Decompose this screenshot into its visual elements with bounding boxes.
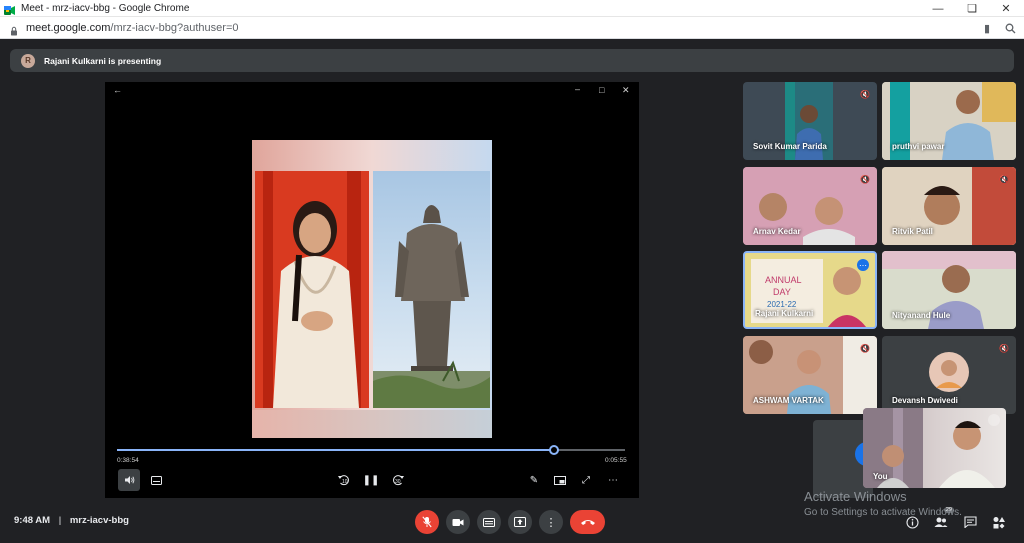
banner-line1: ANNUAL <box>765 275 802 285</box>
zoom-search-icon[interactable] <box>1002 20 1018 36</box>
watermark-subtitle: Go to Settings to activate Windows. <box>804 507 962 518</box>
presenting-text: Rajani Kulkarni is presenting <box>44 55 162 66</box>
muted-mic-icon: 🔇 <box>860 343 870 353</box>
muted-mic-icon: 🔇 <box>999 343 1009 353</box>
rewind-10-icon[interactable]: 10 <box>333 469 355 491</box>
pause-icon[interactable]: ❚❚ <box>360 469 382 491</box>
present-screen-button[interactable] <box>508 510 532 534</box>
clock: 9:48 AM <box>14 515 51 526</box>
activate-windows-watermark: Activate Windows Go to Settings to activ… <box>804 489 962 518</box>
picture-in-picture-icon[interactable] <box>549 469 571 491</box>
self-view-tile[interactable]: You <box>863 408 1006 488</box>
participant-name: Nityanand Hule <box>892 311 951 320</box>
address-bar[interactable]: meet.google.com/mrz-iacv-bbg?authuser=0 <box>0 17 1024 39</box>
lock-icon[interactable] <box>9 23 19 35</box>
participant-tile[interactable]: Nityanand Hule <box>882 251 1016 329</box>
progress-handle[interactable] <box>548 445 559 455</box>
maximize-icon[interactable]: □ <box>599 85 604 95</box>
window-title: Meet - mrz-iacv-bbg - Google Chrome <box>21 2 190 14</box>
forward-label: 30 <box>395 479 401 485</box>
progress-bar[interactable] <box>117 445 625 455</box>
participant-tile[interactable]: pruthvi pawar <box>882 82 1016 160</box>
browser-title-bar: Meet - mrz-iacv-bbg - Google Chrome — ❏ … <box>0 0 1024 17</box>
girl-photo <box>255 171 369 408</box>
banner-line2: DAY <box>773 287 791 297</box>
back-arrow-icon[interactable]: ← <box>113 85 122 95</box>
minimize-icon[interactable]: – <box>575 84 580 94</box>
statue-photo <box>373 171 490 408</box>
forward-30-icon[interactable]: 30 <box>387 469 409 491</box>
more-options-button[interactable]: ⋮ <box>539 510 563 534</box>
muted-mic-icon: 🔇 <box>999 174 1009 184</box>
speaking-indicator-icon: ⋯ <box>857 259 869 271</box>
slide-bottom-band <box>252 410 492 438</box>
elapsed-time: 0:38:54 <box>117 457 139 464</box>
url-host: meet.google.com <box>26 21 111 34</box>
presenting-banner: R Rajani Kulkarni is presenting <box>10 49 1014 72</box>
presenter-avatar: R <box>21 53 35 68</box>
participant-name: Devansh Dwivedi <box>892 396 958 405</box>
banner-line3: 2021-22 <box>767 300 797 309</box>
participant-name: Ritvik Patil <box>892 227 933 236</box>
participant-tile[interactable]: 🔇 Sovit Kumar Parida <box>743 82 877 160</box>
muted-mic-icon: 🔇 <box>860 89 870 99</box>
activities-icon[interactable] <box>990 513 1008 531</box>
captions-button[interactable] <box>477 510 501 534</box>
total-time: 0:05:55 <box>605 457 627 464</box>
more-options-icon[interactable]: ⋯ <box>602 469 624 491</box>
chat-icon[interactable] <box>961 513 979 531</box>
watermark-title: Activate Windows <box>804 489 907 504</box>
leave-call-button[interactable] <box>570 510 605 534</box>
self-view-options-icon[interactable] <box>988 414 1000 426</box>
participant-name: Sovit Kumar Parida <box>753 142 827 151</box>
fullscreen-icon[interactable]: ⤢ <box>575 469 597 491</box>
meet-favicon-icon <box>4 3 15 15</box>
rewind-label: 10 <box>342 479 348 485</box>
close-window-icon[interactable]: ✕ <box>990 0 1022 17</box>
meeting-info: 9:48 AM | mrz-iacv-bbg <box>14 515 129 526</box>
edit-pencil-icon[interactable]: ✎ <box>523 469 545 491</box>
participant-tile[interactable]: 🔇 Arnav Kedar <box>743 167 877 245</box>
close-icon[interactable]: ✕ <box>622 85 630 96</box>
progress-fill <box>117 449 554 451</box>
volume-icon[interactable] <box>118 469 140 491</box>
muted-mic-icon: 🔇 <box>860 174 870 184</box>
participant-name: Rajani Kulkarni <box>755 309 814 318</box>
meeting-code: mrz-iacv-bbg <box>69 515 129 526</box>
separator: | <box>58 515 62 526</box>
minimize-icon[interactable]: — <box>922 0 954 17</box>
camera-permission-icon[interactable]: ▮ <box>979 20 995 36</box>
restore-icon[interactable]: ❏ <box>956 0 988 17</box>
captions-icon[interactable] <box>145 469 167 491</box>
participant-tile[interactable]: 🔇 ASHWAM VARTAK <box>743 336 877 414</box>
participant-name: ASHWAM VARTAK <box>753 396 824 405</box>
url-text[interactable]: meet.google.com/mrz-iacv-bbg?authuser=0 <box>26 22 238 34</box>
url-path: /mrz-iacv-bbg?authuser=0 <box>110 21 239 34</box>
participant-tile[interactable]: 🔇 Ritvik Patil <box>882 167 1016 245</box>
mic-off-button[interactable] <box>415 510 439 534</box>
participant-tile-speaking[interactable]: ANNUAL DAY 2021-22 ⋯ Rajani Kulkarni <box>743 251 877 329</box>
camera-button[interactable] <box>446 510 470 534</box>
participant-name: pruthvi pawar <box>892 142 945 151</box>
presentation-window[interactable]: ← – □ ✕ 0:38:54 0:05:55 10 ❚❚ 30 ✎ ⤢ ⋯ <box>105 82 639 498</box>
participant-name: Arnav Kedar <box>753 227 801 236</box>
slide-image <box>252 140 492 438</box>
self-view-label: You <box>873 472 888 481</box>
participant-tile[interactable]: 🔇 Devansh Dwivedi <box>882 336 1016 414</box>
